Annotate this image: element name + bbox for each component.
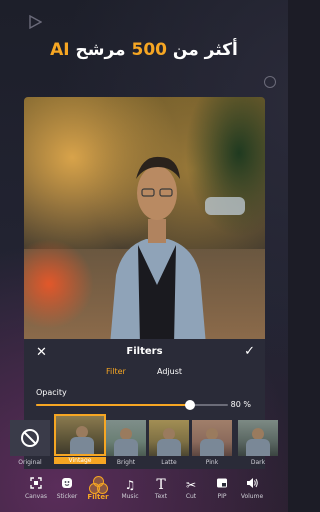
filter-latte[interactable]: Latte <box>149 416 189 468</box>
filter-label: Original <box>18 459 42 466</box>
filter-pink[interactable]: Pink <box>192 416 232 468</box>
opacity-slider-fill <box>36 404 190 406</box>
tool-label: Volume <box>240 493 264 500</box>
photo-preview[interactable] <box>24 97 265 339</box>
filter-label: Pink <box>205 459 219 466</box>
play-outline-icon <box>29 15 42 29</box>
opacity-slider[interactable] <box>36 400 228 410</box>
filter-thumbnail <box>149 420 189 456</box>
sticker-icon <box>51 476 83 494</box>
tab-adjust[interactable]: Adjust <box>157 367 182 376</box>
scissors-icon: ✂ <box>185 478 197 492</box>
panel-title: Filters <box>126 346 163 357</box>
canvas-icon <box>20 476 52 494</box>
headline-number: 500 <box>131 40 168 60</box>
pip-icon <box>206 476 238 494</box>
filter-thumbnail <box>238 420 278 456</box>
filter-bright[interactable]: Bright <box>106 416 146 468</box>
opacity-label: Opacity <box>36 388 67 397</box>
tool-volume[interactable]: Volume <box>236 476 268 512</box>
tool-label: Text <box>154 493 168 500</box>
filter-label: Latte <box>161 459 177 466</box>
tool-cut[interactable]: ✂ Cut <box>175 476 207 512</box>
decorative-ring <box>264 76 276 88</box>
tool-canvas[interactable]: Canvas <box>20 476 52 512</box>
filter-strip: Original Vintage Bright Latte Pink Dark <box>10 414 288 468</box>
ban-icon <box>21 429 39 447</box>
tool-label: PIP <box>217 493 227 500</box>
music-icon: ♫ <box>124 478 136 492</box>
tool-filter[interactable]: Filter <box>82 476 114 512</box>
filter-label: Dark <box>250 459 266 466</box>
tool-music[interactable]: ♫ Music <box>114 476 146 512</box>
volume-icon <box>236 476 268 494</box>
tool-sticker[interactable]: Sticker <box>51 476 83 512</box>
filter-label: Bright <box>116 459 136 466</box>
filter-vintage[interactable]: Vintage <box>54 414 106 468</box>
promo-headline: أكثر من 500 مرشح AI <box>0 40 288 60</box>
tool-label: Cut <box>185 493 197 500</box>
tool-pip[interactable]: PIP <box>206 476 238 512</box>
tool-label: Music <box>121 493 139 500</box>
headline-text-after: مرشح <box>69 40 132 60</box>
confirm-check-icon[interactable]: ✓ <box>244 344 255 359</box>
tool-text[interactable]: T Text <box>145 476 177 512</box>
bottom-toolbar: Canvas Sticker Filter ♫ Music T Text ✂ C… <box>20 476 272 512</box>
text-icon: T <box>156 477 166 493</box>
headline-accent: AI <box>50 40 70 60</box>
filter-thumbnail <box>106 420 146 456</box>
panel-tabs: Filter Adjust <box>24 367 265 379</box>
filter-icon <box>82 476 114 494</box>
filter-thumbnail <box>192 420 232 456</box>
filter-dark[interactable]: Dark <box>238 416 278 468</box>
tab-filter[interactable]: Filter <box>106 367 126 376</box>
photo-subject <box>110 156 206 339</box>
filter-label: Vintage <box>54 457 106 464</box>
filter-thumbnail <box>54 414 106 456</box>
headline-text-before: أكثر من <box>167 40 238 60</box>
filter-original[interactable]: Original <box>10 416 50 468</box>
tool-label: Filter <box>87 493 109 501</box>
opacity-slider-knob[interactable] <box>184 400 195 410</box>
tool-label: Canvas <box>24 493 48 500</box>
filter-thumbnail <box>10 420 50 456</box>
opacity-value: 80 % <box>230 400 251 409</box>
tool-label: Sticker <box>56 493 78 500</box>
